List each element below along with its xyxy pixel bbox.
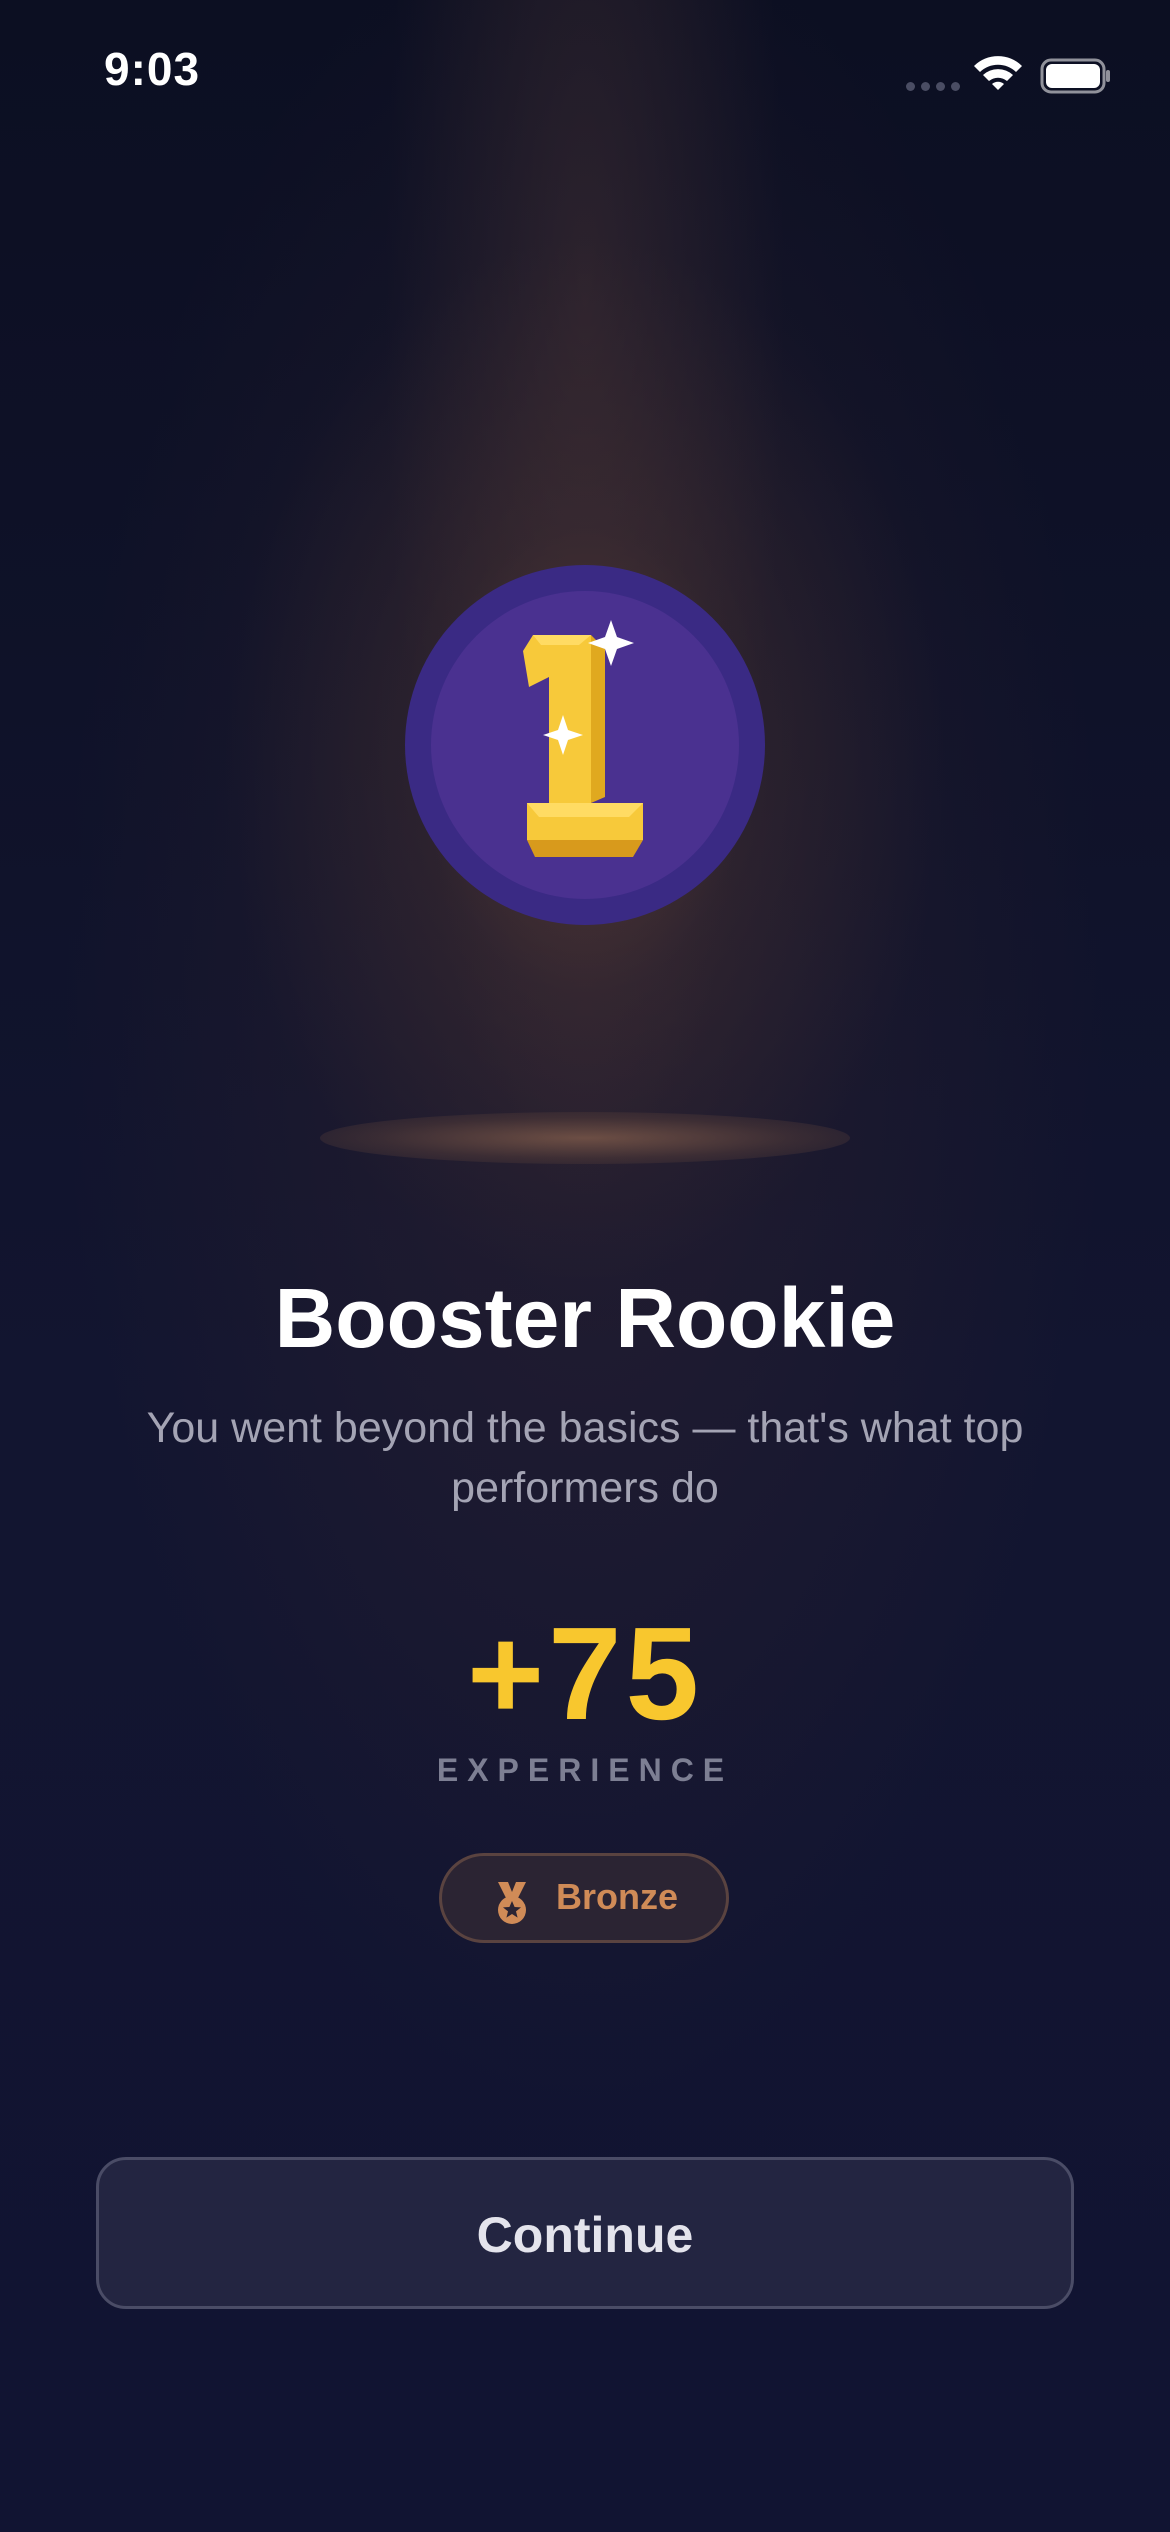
achievement-badge (405, 565, 765, 925)
achievement-title: Booster Rookie (274, 1271, 896, 1365)
battery-icon (1040, 58, 1110, 94)
achievement-subtitle: You went beyond the basics — that's what… (146, 1404, 1024, 1512)
signal-icon (906, 82, 960, 92)
continue-button[interactable]: Continue (96, 2157, 1074, 2309)
xp-label: EXPERIENCE (436, 1752, 734, 1788)
number-one-trophy-icon (523, 620, 643, 857)
medal-icon (498, 1882, 526, 1924)
pedestal-glow (320, 1112, 850, 1164)
status-bar: 9:03 (0, 0, 1170, 150)
continue-label: Continue (476, 2207, 694, 2263)
wifi-icon (974, 56, 1022, 90)
xp-amount: +75 (467, 1600, 703, 1747)
tier-label: Bronze (556, 1876, 679, 1917)
status-time: 9:03 (104, 43, 201, 95)
tier-badge: Bronze (439, 1853, 729, 1943)
achievement-screen: 9:03 Booster Rookie You went beyond the … (0, 0, 1170, 2532)
